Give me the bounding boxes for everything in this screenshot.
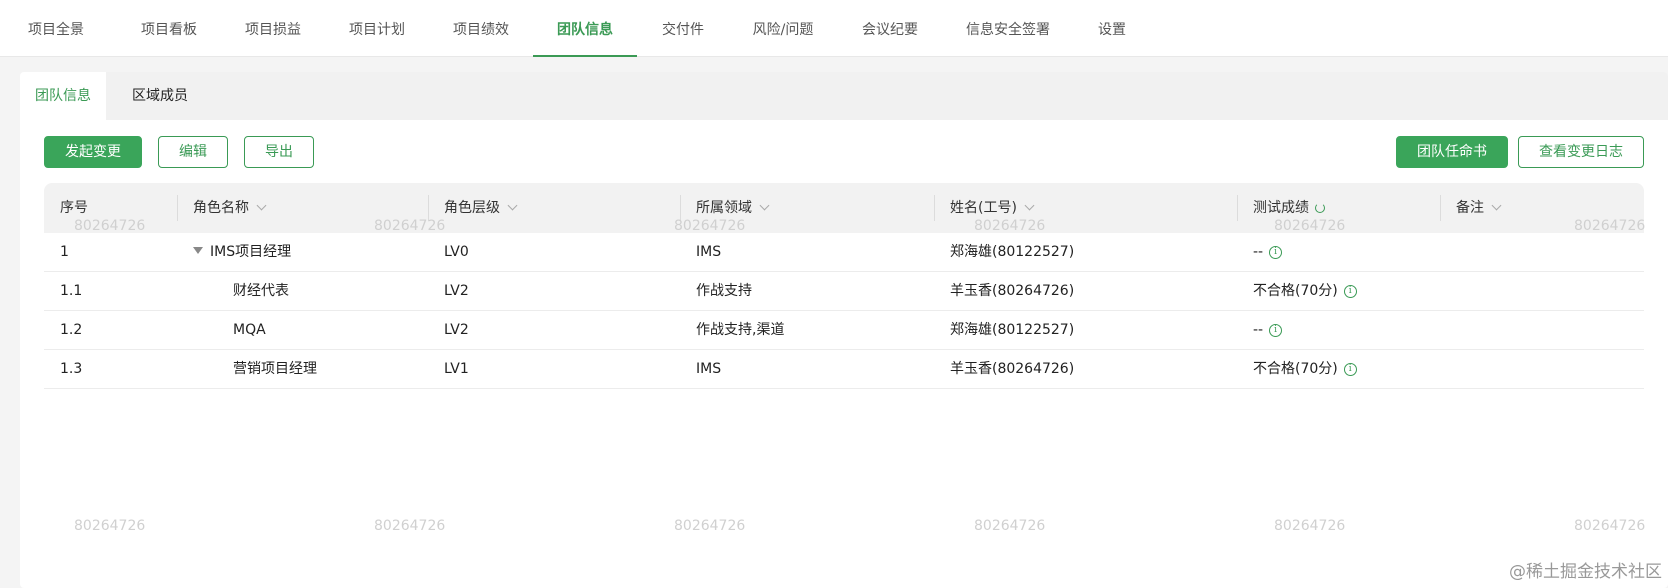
cell-seq: 1 <box>60 244 69 260</box>
header-level[interactable]: 角色层级 <box>428 183 678 233</box>
view-change-log-button[interactable]: 查看变更日志 <box>1518 136 1644 168</box>
site-watermark: @稀土掘金技术社区 <box>1509 562 1662 582</box>
cell-level: LV2 <box>444 322 469 338</box>
nav-tab-performance[interactable]: 项目绩效 <box>453 0 509 57</box>
cell-domain: 作战支持 <box>696 283 752 299</box>
nav-tab-profit-loss[interactable]: 项目损益 <box>245 0 301 57</box>
info-icon[interactable]: i <box>1343 285 1357 298</box>
table-row[interactable]: 1.1 财经代表 LV2 作战支持 羊玉香(80264726) 不合格(70分)… <box>44 272 1644 311</box>
cell-domain: IMS <box>696 244 722 260</box>
header-remark[interactable]: 备注 <box>1440 183 1640 233</box>
cell-name: 羊玉香(80264726) <box>950 361 1075 377</box>
header-seq: 序号 <box>60 200 88 216</box>
table-row[interactable]: 1.3 营销项目经理 LV1 IMS 羊玉香(80264726) 不合格(70分… <box>44 350 1644 389</box>
chevron-down-icon <box>1024 200 1035 211</box>
header-score[interactable]: 测试成绩 <box>1237 183 1437 233</box>
team-appointment-button[interactable]: 团队任命书 <box>1396 136 1508 168</box>
cell-level: LV2 <box>444 283 469 299</box>
refresh-icon[interactable] <box>1315 203 1325 213</box>
chevron-down-icon <box>507 200 518 211</box>
table-row[interactable]: 1 IMS项目经理 LV0 IMS 郑海雄(80122527) -- i <box>44 233 1644 272</box>
subtab-team-info[interactable]: 团队信息 <box>20 72 106 120</box>
cell-level: LV1 <box>444 361 469 377</box>
nav-tab-settings[interactable]: 设置 <box>1098 0 1126 57</box>
cell-level: LV0 <box>444 244 469 260</box>
info-icon[interactable]: i <box>1269 246 1283 259</box>
cell-name: 羊玉香(80264726) <box>950 283 1075 299</box>
cell-domain: 作战支持,渠道 <box>696 322 785 338</box>
cell-score: -- i <box>1253 233 1283 272</box>
cell-role: MQA <box>233 322 266 338</box>
edit-button[interactable]: 编辑 <box>158 136 228 168</box>
cell-seq: 1.2 <box>60 322 83 338</box>
cell-score: 不合格(70分) i <box>1253 350 1357 389</box>
header-role[interactable]: 角色名称 <box>177 183 427 233</box>
cell-role: 财经代表 <box>233 283 289 299</box>
sub-tab-bar: 团队信息 区域成员 <box>20 72 1668 120</box>
info-icon[interactable]: i <box>1343 363 1357 376</box>
nav-tab-overview[interactable]: 项目全景图 <box>22 0 90 98</box>
cell-score: -- i <box>1253 311 1283 350</box>
info-icon[interactable]: i <box>1269 324 1283 337</box>
cell-seq: 1.1 <box>60 283 83 299</box>
chevron-down-icon <box>759 200 770 211</box>
nav-tab-board[interactable]: 项目看板 <box>141 0 197 57</box>
nav-tab-plan[interactable]: 项目计划 <box>349 0 405 57</box>
cell-role: 营销项目经理 <box>233 361 317 377</box>
cell-score: 不合格(70分) i <box>1253 272 1357 311</box>
nav-tab-team-info[interactable]: 团队信息 <box>533 0 637 57</box>
cell-domain: IMS <box>696 361 722 377</box>
table-row[interactable]: 1.2 MQA LV2 作战支持,渠道 郑海雄(80122527) -- i <box>44 311 1644 350</box>
top-navigation: 项目全景图 项目看板 项目损益 项目计划 项目绩效 团队信息 交付件 风险/问题… <box>0 0 1668 98</box>
caret-down-icon[interactable] <box>193 247 203 254</box>
cell-seq: 1.3 <box>60 361 83 377</box>
chevron-down-icon <box>256 200 267 211</box>
export-button[interactable]: 导出 <box>244 136 314 168</box>
header-name[interactable]: 姓名(工号) <box>934 183 1234 233</box>
table-header: 序号 角色名称 角色层级 所属领域 姓名(工号) 测试成绩 备注 <box>44 183 1644 233</box>
chevron-down-icon <box>1491 200 1502 211</box>
cell-name: 郑海雄(80122527) <box>950 322 1075 338</box>
nav-tab-minutes[interactable]: 会议纪要 <box>862 0 918 57</box>
cell-role: IMS项目经理 <box>193 233 291 272</box>
initiate-change-button[interactable]: 发起变更 <box>44 136 142 168</box>
nav-tab-security-sign[interactable]: 信息安全签署 <box>966 0 1050 57</box>
header-domain[interactable]: 所属领域 <box>680 183 932 233</box>
subtab-region-members[interactable]: 区域成员 <box>120 72 200 120</box>
nav-tab-risks[interactable]: 风险/问题 <box>751 0 815 57</box>
nav-tab-deliverables[interactable]: 交付件 <box>661 0 705 57</box>
cell-name: 郑海雄(80122527) <box>950 244 1075 260</box>
